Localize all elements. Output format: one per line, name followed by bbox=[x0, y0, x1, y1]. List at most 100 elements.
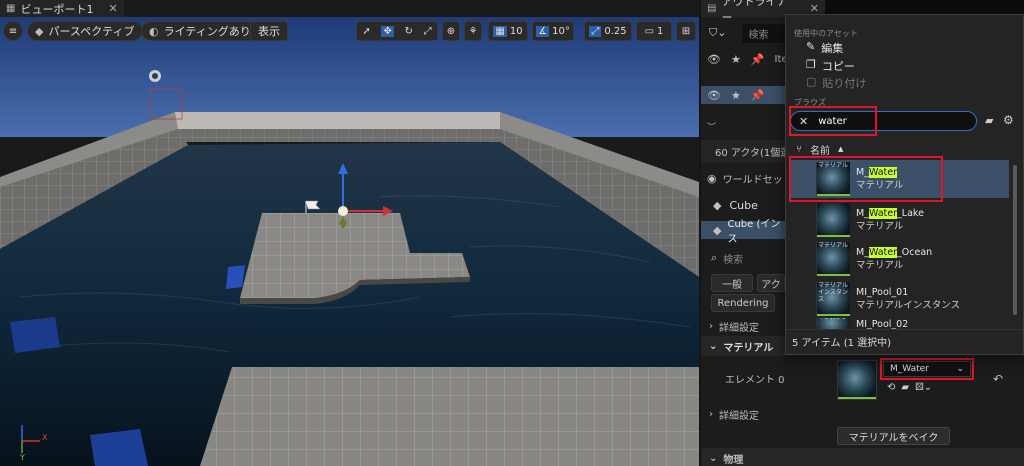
scene-render bbox=[0, 17, 699, 466]
asset-name: M_Water_Lake bbox=[856, 207, 924, 220]
eye-icon[interactable]: 👁 bbox=[707, 53, 721, 66]
material-thumbnail[interactable] bbox=[837, 360, 877, 400]
edit-menu-item[interactable]: ✎ 編集 bbox=[806, 40, 843, 56]
asset-list-item[interactable]: M_Water_Lake マテリアル bbox=[790, 201, 1009, 239]
chevron-down-icon: ⌄ bbox=[956, 364, 964, 374]
angle-snap-value: 10° bbox=[552, 25, 570, 37]
bake-material-label: マテリアルをベイク bbox=[848, 432, 939, 444]
asset-type: マテリアル bbox=[856, 180, 904, 191]
copy-menu-item[interactable]: ❐ コピー bbox=[806, 58, 855, 74]
asset-list-scrollbar[interactable] bbox=[1013, 165, 1017, 315]
show-button[interactable]: 表示 bbox=[250, 21, 288, 41]
star-icon[interactable]: ★ bbox=[731, 89, 741, 102]
pin-icon[interactable]: 📌 bbox=[751, 89, 765, 102]
filter-rendering[interactable]: Rendering bbox=[711, 294, 775, 312]
asset-list-item[interactable]: マテリアル M_Water_Ocean マテリアル bbox=[790, 240, 1009, 278]
filter-icon[interactable]: ⛉⌄ bbox=[709, 26, 726, 40]
cube-icon: ◆ bbox=[35, 24, 44, 38]
eye-icon[interactable]: 👁 bbox=[707, 89, 721, 102]
viewport-scene[interactable]: X Y bbox=[0, 17, 699, 466]
world-local-button[interactable]: ⊕ bbox=[442, 21, 460, 41]
asset-thumbnail-label: マテリアル インスタン ス bbox=[818, 282, 848, 303]
move-icon[interactable]: ✥ bbox=[381, 25, 394, 37]
asset-type: マテリアル bbox=[856, 221, 904, 232]
settings-icon[interactable]: ⚙ bbox=[1003, 113, 1014, 127]
grid-snap-button[interactable]: ▦ 10 bbox=[488, 21, 528, 41]
settings-icon[interactable]: ⚄⌄ bbox=[915, 382, 932, 393]
reset-icon[interactable]: ⟲ bbox=[887, 382, 895, 393]
camera-icon: ▭ bbox=[644, 25, 655, 37]
asset-thumbnail: マテリアル bbox=[816, 162, 850, 196]
copy-icon: ❐ bbox=[806, 58, 816, 71]
filter-actor-label: アク bbox=[761, 279, 781, 291]
globe-icon: ◉ bbox=[707, 171, 717, 185]
reset-to-default-icon[interactable]: ↶ bbox=[993, 372, 1003, 386]
asset-name-part: M_ bbox=[856, 167, 869, 178]
filter-general[interactable]: 一般 bbox=[711, 274, 753, 292]
chevron-icon[interactable]: ︶ bbox=[707, 120, 716, 133]
world-settings-label: ワールドセッ bbox=[722, 174, 783, 186]
asset-thumbnail: マテリアル bbox=[816, 242, 850, 276]
angle-snap-button[interactable]: ∡ 10° bbox=[532, 21, 574, 41]
section-advanced-2[interactable]: › 詳細設定 bbox=[701, 404, 1024, 424]
bake-material-button[interactable]: マテリアルをベイク bbox=[837, 427, 950, 445]
component-row[interactable]: ◆ Cube (インス bbox=[701, 219, 785, 245]
camera-speed-button[interactable]: ▭ 1 bbox=[636, 21, 672, 41]
paste-icon: ▢ bbox=[806, 75, 817, 88]
show-label: 表示 bbox=[258, 25, 280, 38]
viewport-tab[interactable]: ▦ ビューポート1 ✕ bbox=[0, 0, 124, 17]
outliner-tab-title: アウトライナー bbox=[721, 0, 788, 24]
angle-icon: ∡ bbox=[536, 25, 550, 37]
close-icon[interactable]: ✕ bbox=[108, 2, 117, 15]
picker-footer-label: 5 アイテム (1 選択中) bbox=[792, 338, 892, 349]
section-material-label: マテリアル bbox=[723, 342, 774, 354]
asset-name-part: MI_Pool_02 bbox=[856, 318, 909, 330]
browse-icon[interactable]: ▰ bbox=[901, 382, 909, 393]
viewport-menu-button[interactable]: ≡ bbox=[3, 21, 23, 41]
asset-name-match: Water bbox=[868, 208, 898, 219]
select-icon[interactable]: ➚ bbox=[362, 26, 370, 37]
asset-thumbnail-label: マテリアル bbox=[818, 242, 848, 249]
rotate-icon[interactable]: ↻ bbox=[405, 26, 413, 37]
paste-label: 貼り付け bbox=[822, 77, 867, 90]
section-advanced-label: 詳細設定 bbox=[719, 322, 759, 334]
lighting-button[interactable]: ◐ ライティングあり bbox=[141, 21, 259, 41]
perspective-button[interactable]: ◆ パースペクティブ bbox=[27, 21, 143, 41]
section-physics[interactable]: ⌄ 物理 bbox=[701, 448, 1024, 466]
scale-snap-icon: ⤢ bbox=[589, 25, 602, 37]
filter-actor[interactable]: アク bbox=[757, 274, 785, 292]
asset-type: マテリアルインスタンス bbox=[856, 300, 961, 311]
scale-icon[interactable]: ⤢ bbox=[424, 26, 432, 37]
edit-label: 編集 bbox=[821, 42, 844, 55]
component-label: Cube (インス bbox=[727, 219, 781, 245]
scale-snap-button[interactable]: ⤢ 0.25 bbox=[584, 21, 632, 41]
details-search-input[interactable]: 検索 bbox=[723, 251, 743, 266]
column-name-label: 名前 bbox=[810, 145, 830, 157]
asset-list-item[interactable]: マテリアル M_Water マテリアル bbox=[790, 160, 1009, 198]
star-icon[interactable]: ★ bbox=[731, 53, 741, 66]
chevron-right-icon: › bbox=[709, 320, 713, 332]
grid-icon: ▦ bbox=[493, 25, 507, 37]
surface-snap-button[interactable]: ⚘ bbox=[464, 21, 482, 41]
folder-icon[interactable]: ▰ bbox=[985, 114, 993, 127]
clear-search-icon[interactable]: ✕ bbox=[799, 115, 808, 128]
copy-label: コピー bbox=[821, 60, 855, 73]
column-header[interactable]: ⑂ 名前 ▲ bbox=[786, 140, 1014, 158]
perspective-label: パースペクティブ bbox=[48, 25, 135, 38]
cube-icon: ◆ bbox=[713, 198, 722, 212]
search-icon: ⌕ bbox=[711, 251, 718, 264]
asset-list-item[interactable]: マテリアル インスタン ス MI_Pool_01 マテリアルインスタンス bbox=[790, 280, 1009, 318]
asset-info: M_Water_Ocean マテリアル bbox=[856, 246, 932, 272]
material-dropdown[interactable]: M_Water ⌄ bbox=[883, 361, 971, 377]
viewport-tab-title: ビューポート1 bbox=[20, 2, 94, 16]
asset-thumbnail bbox=[816, 203, 850, 237]
actor-count: 60 アクタ(1個選 bbox=[715, 147, 791, 159]
asset-name-match: Water bbox=[868, 247, 898, 258]
pin-icon[interactable]: 📌 bbox=[751, 53, 765, 66]
transform-tools: ➚ ✥ ↻ ⤢ bbox=[356, 21, 438, 41]
branch-icon: ⑂ bbox=[796, 143, 802, 155]
asset-search-value: water bbox=[818, 115, 847, 127]
layout-button[interactable]: ⊞ bbox=[676, 21, 696, 41]
paste-menu-item[interactable]: ▢ 貼り付け bbox=[806, 75, 866, 91]
asset-search-field[interactable]: ✕ water bbox=[790, 111, 977, 131]
